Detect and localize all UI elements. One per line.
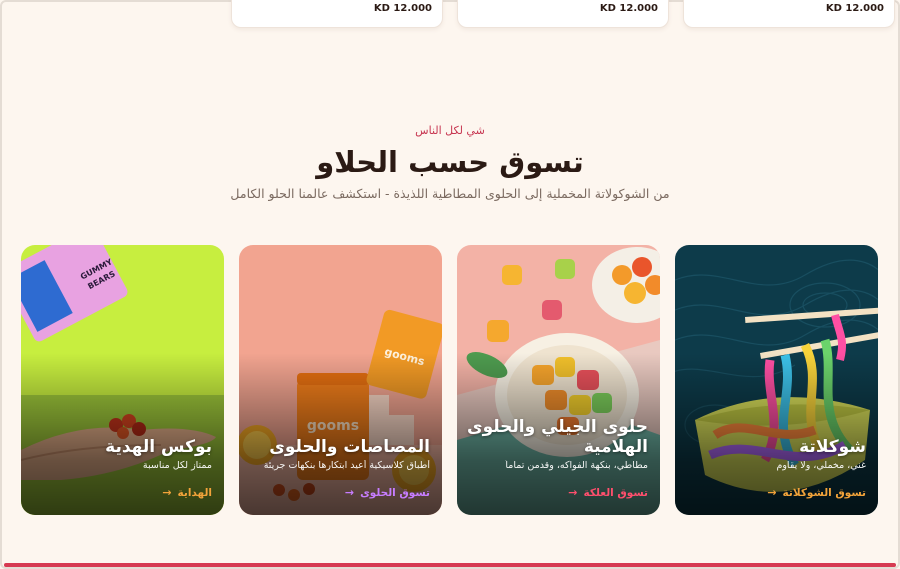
product-price: KD 12.000 xyxy=(373,3,432,14)
card-description: مطاطي، بنكهة الفواكه، وقدمن تماماً xyxy=(505,460,648,471)
card-title: المصاصات والحلوى xyxy=(269,437,430,457)
arrow-left-icon: → xyxy=(767,486,777,499)
product-strip: KD 12.000 KD 12.000 KD 12.000 xyxy=(0,0,900,30)
shop-gift-link[interactable]: الهداية → xyxy=(162,486,212,499)
category-card-lollipops[interactable]: gooms gooms المصاصات والحلوى أطباق كلاسي… xyxy=(239,245,442,515)
arrow-left-icon: → xyxy=(162,486,172,499)
category-card-jelly[interactable]: حلوى الجيلي والحلوى الهلامية مطاطي، بنكه… xyxy=(457,245,660,515)
footer-accent-bar xyxy=(4,563,896,567)
cta-label: تسوق الشوكلاتة xyxy=(782,486,866,499)
card-title: شوكلاتة xyxy=(799,437,866,457)
product-card[interactable]: KD 12.000 xyxy=(231,0,443,28)
card-caption: حلوى الجيلي والحلوى الهلامية مطاطي، بنكه… xyxy=(467,417,648,471)
cta-label: تسوق الحلوى xyxy=(360,486,430,499)
shop-chocolate-link[interactable]: تسوق الشوكلاتة → xyxy=(767,486,866,499)
shop-candy-link[interactable]: تسوق الحلوى → xyxy=(345,486,430,499)
card-title: بوكس الهدية xyxy=(105,437,212,457)
product-price: KD 12.000 xyxy=(599,3,658,14)
arrow-left-icon: → xyxy=(568,486,578,499)
shop-gummies-link[interactable]: تسوق العلكة → xyxy=(568,486,648,499)
product-price: KD 12.000 xyxy=(825,3,884,14)
arrow-left-icon: → xyxy=(344,486,355,499)
section-subtitle: من الشوكولاتة المخملية إلى الحلوى المطاط… xyxy=(230,186,670,201)
product-card[interactable]: KD 12.000 xyxy=(457,0,669,28)
card-caption: بوكس الهدية ممتاز لكل مناسبة xyxy=(31,437,212,471)
section-eyebrow: شي لكل الناس xyxy=(415,124,485,137)
category-card-gift-box[interactable]: GUMMY BEARS بوكس الهدية ممتاز لكل مناسبة… xyxy=(21,245,224,515)
card-caption: شوكلاتة غني، مخملي، ولا يقاوم xyxy=(685,437,866,471)
product-card[interactable]: KD 12.000 xyxy=(683,0,895,28)
section-title: تسوق حسب الحلاو xyxy=(316,145,584,179)
card-caption: المصاصات والحلوى أطباق كلاسيكية أعيد ابت… xyxy=(249,437,430,471)
card-description: أطباق كلاسيكية أعيد ابتكارها بنكهات جريئ… xyxy=(263,460,430,471)
card-description: ممتاز لكل مناسبة xyxy=(142,460,212,471)
category-card-chocolate[interactable]: شوكلاتة غني، مخملي، ولا يقاوم تسوق الشوك… xyxy=(675,245,878,515)
cta-label: الهداية xyxy=(177,486,212,499)
card-title: حلوى الجيلي والحلوى الهلامية xyxy=(466,417,648,457)
card-description: غني، مخملي، ولا يقاوم xyxy=(776,460,866,471)
cta-label: تسوق العلكة xyxy=(583,486,648,499)
